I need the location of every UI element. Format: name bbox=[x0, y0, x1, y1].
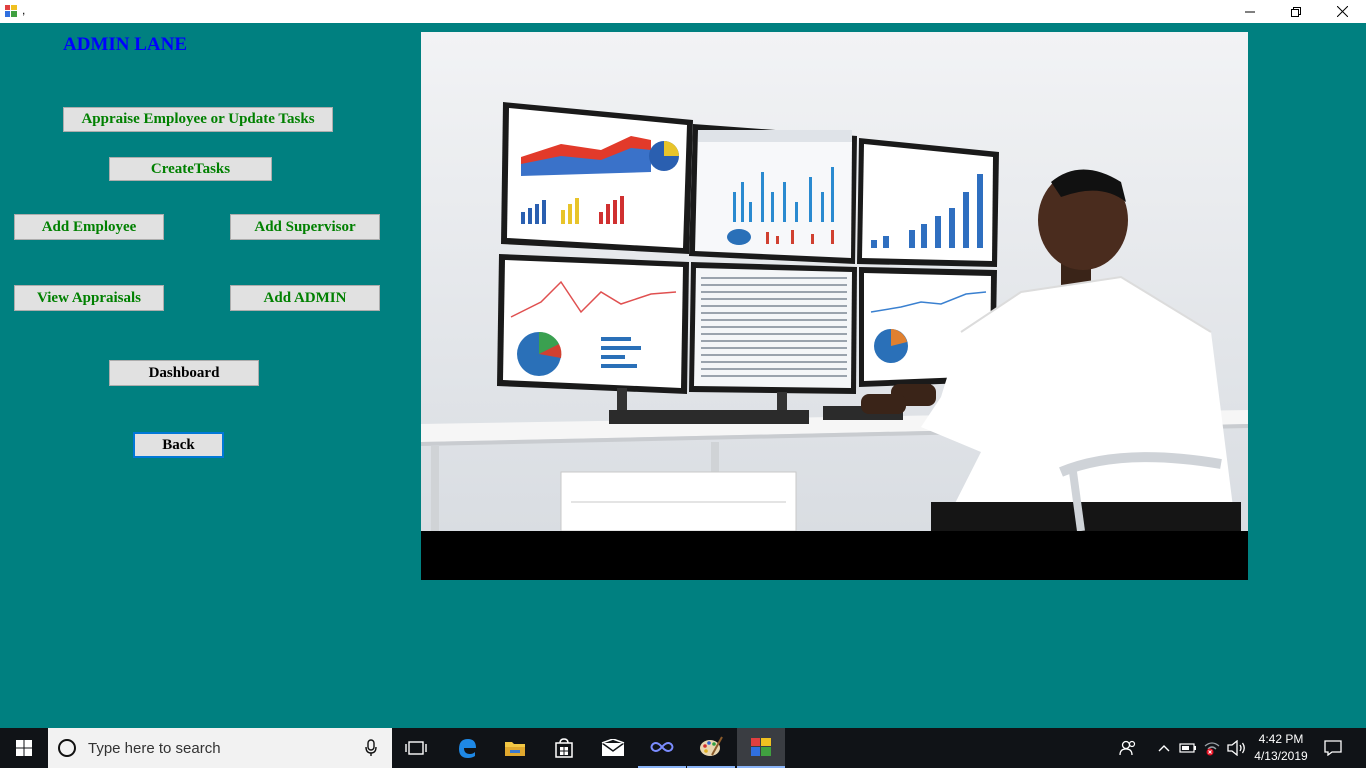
dashboard-button[interactable]: Dashboard bbox=[109, 360, 259, 386]
photo-caption-bar bbox=[421, 531, 1248, 580]
task-view-icon bbox=[405, 741, 427, 755]
people-button[interactable] bbox=[1106, 728, 1150, 768]
people-icon bbox=[1119, 740, 1136, 756]
speaker-icon bbox=[1227, 740, 1245, 756]
taskbar-clock[interactable]: 4:42 PM 4/13/2019 bbox=[1250, 731, 1312, 765]
appraise-employee-button[interactable]: Appraise Employee or Update Tasks bbox=[63, 107, 333, 132]
close-icon bbox=[1336, 6, 1348, 17]
create-tasks-button[interactable]: CreateTasks bbox=[109, 157, 272, 181]
mail-button[interactable] bbox=[589, 728, 637, 768]
edge-button[interactable] bbox=[443, 728, 491, 768]
cortana-icon bbox=[58, 739, 76, 757]
file-explorer-icon bbox=[505, 742, 525, 756]
minimize-button[interactable] bbox=[1227, 0, 1273, 23]
add-supervisor-button[interactable]: Add Supervisor bbox=[230, 214, 380, 240]
paint-button[interactable] bbox=[687, 728, 735, 768]
start-button[interactable] bbox=[0, 728, 48, 768]
taskbar-search-box[interactable]: Type here to search bbox=[48, 728, 392, 768]
back-button[interactable]: Back bbox=[133, 432, 224, 458]
edge-icon bbox=[459, 739, 476, 758]
microphone-icon[interactable] bbox=[364, 739, 378, 757]
mail-icon bbox=[601, 739, 625, 756]
taskbar: Type here to search 4:42 PM 4/13/2019 bbox=[0, 728, 1366, 768]
battery-button[interactable] bbox=[1176, 728, 1200, 768]
clock-time: 4:42 PM bbox=[1258, 732, 1304, 746]
file-explorer-button[interactable] bbox=[491, 728, 539, 768]
office-photo bbox=[421, 32, 1248, 531]
network-disconnected-icon bbox=[1204, 742, 1220, 756]
network-button[interactable] bbox=[1200, 728, 1224, 768]
add-admin-button[interactable]: Add ADMIN bbox=[230, 285, 380, 311]
restore-icon bbox=[1291, 6, 1301, 17]
close-button[interactable] bbox=[1319, 0, 1365, 23]
notification-icon bbox=[1324, 740, 1342, 756]
battery-icon bbox=[1179, 743, 1196, 753]
monitor-wall-lower bbox=[497, 254, 997, 394]
page-title: ADMIN LANE bbox=[63, 34, 188, 55]
infinity-app-button[interactable] bbox=[638, 728, 686, 768]
chevron-up-icon bbox=[1158, 745, 1170, 752]
winforms-app-icon bbox=[751, 738, 771, 756]
tray-overflow-button[interactable] bbox=[1152, 728, 1176, 768]
add-employee-button[interactable]: Add Employee bbox=[14, 214, 164, 240]
restore-button[interactable] bbox=[1273, 0, 1319, 23]
action-center-button[interactable] bbox=[1312, 728, 1354, 768]
volume-button[interactable] bbox=[1224, 728, 1250, 768]
office-illustration bbox=[421, 32, 1248, 531]
paint-icon bbox=[700, 736, 723, 756]
clock-date: 4/13/2019 bbox=[1254, 749, 1308, 763]
infinity-app-icon bbox=[650, 742, 674, 752]
app-icon bbox=[5, 5, 17, 17]
winforms-app-button[interactable] bbox=[737, 728, 785, 768]
search-placeholder: Type here to search bbox=[88, 740, 221, 757]
window-title: , bbox=[22, 3, 26, 17]
store-button[interactable] bbox=[540, 728, 588, 768]
task-view-button[interactable] bbox=[392, 728, 440, 768]
window-titlebar: , bbox=[0, 0, 1366, 23]
admin-form: ADMIN LANE Appraise Employee or Update T… bbox=[0, 23, 1366, 728]
view-appraisals-button[interactable]: View Appraisals bbox=[14, 285, 164, 311]
minimize-icon bbox=[1245, 11, 1255, 12]
store-icon bbox=[555, 738, 573, 758]
windows-icon bbox=[16, 740, 32, 756]
